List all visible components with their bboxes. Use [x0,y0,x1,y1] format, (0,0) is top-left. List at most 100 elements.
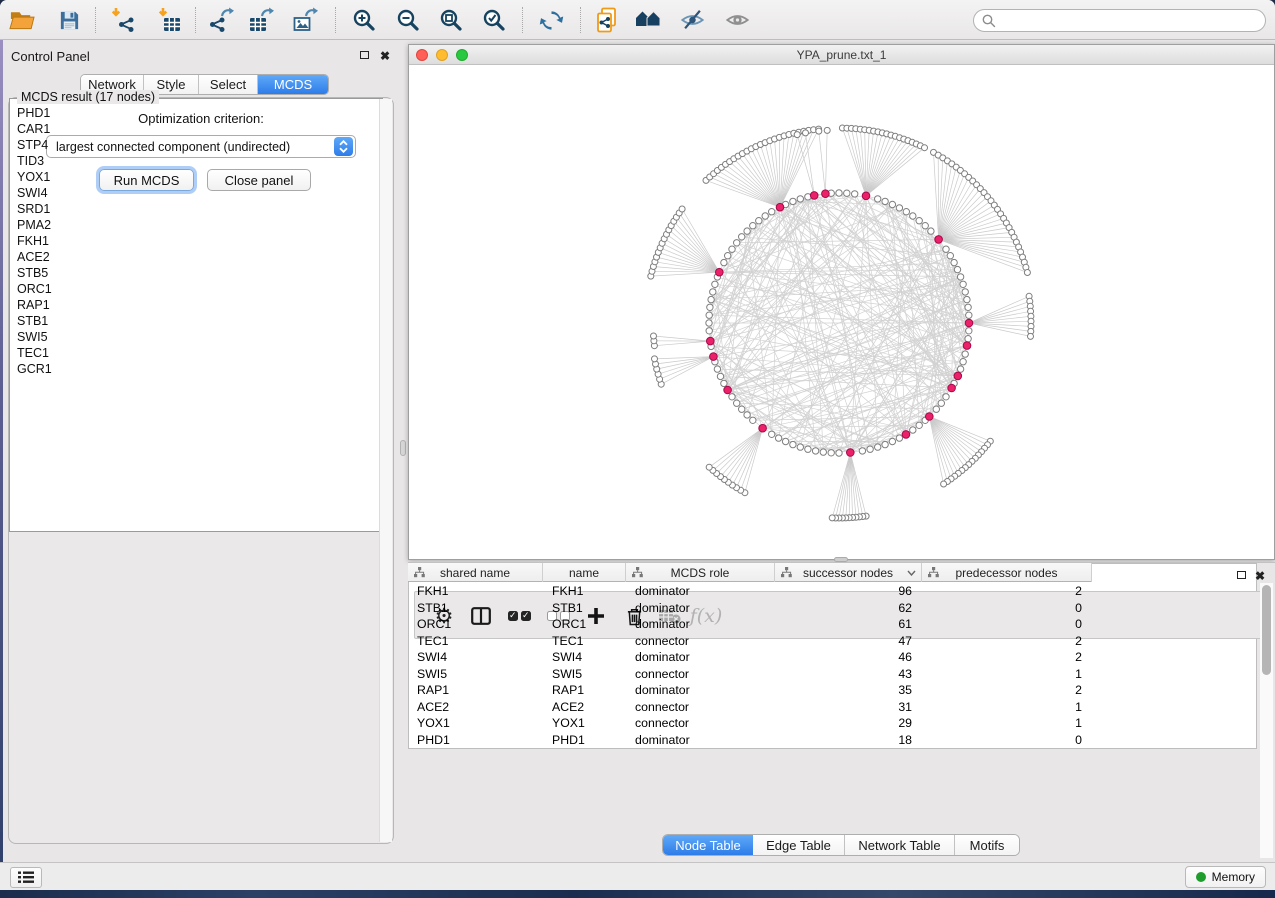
table-row[interactable]: ACE2ACE2connector311 [408,699,1092,716]
tab-motifs[interactable]: Motifs [955,835,1019,855]
main-toolbar [0,0,1275,40]
table-cell: STB1 [408,600,543,617]
mcds-result-item[interactable]: SWI5 [10,329,379,345]
float-table-panel-icon[interactable] [1237,571,1246,579]
table-cell: TEC1 [543,633,626,650]
column-header-shared-name[interactable]: shared name [408,563,543,582]
table-row[interactable]: PHD1PHD1dominator180 [408,732,1092,749]
table-cell: RAP1 [543,682,626,699]
import-table-icon[interactable] [156,7,182,33]
toolbar-separator [522,7,523,33]
tab-node-table[interactable]: Node Table [663,835,753,855]
table-row[interactable]: SWI5SWI5connector431 [408,666,1092,683]
table-cell: 0 [922,616,1092,633]
close-window-icon[interactable] [416,49,428,61]
column-header-name[interactable]: name [543,563,626,582]
vertical-splitter-handle[interactable] [400,440,406,456]
mcds-result-item[interactable]: STB5 [10,265,379,281]
table-cell: YOX1 [408,715,543,732]
mcds-result-item[interactable]: YOX1 [10,169,379,185]
show-all-icon[interactable] [724,7,750,33]
maximize-window-icon[interactable] [456,49,468,61]
table-cell: FKH1 [408,583,543,600]
mcds-result-item[interactable]: PHD1 [10,105,379,121]
hide-selected-icon[interactable] [679,7,705,33]
export-image-icon[interactable] [293,7,319,33]
refresh-layout-icon[interactable] [538,7,564,33]
table-row[interactable]: FKH1FKH1dominator962 [408,583,1092,600]
table-row[interactable]: TEC1TEC1connector472 [408,633,1092,650]
tab-mcds[interactable]: MCDS [258,75,328,94]
mcds-result-list[interactable]: PHD1CAR1STP4TID3YOX1SWI4SRD1PMA2FKH1ACE2… [10,105,379,842]
mcds-result-item[interactable]: TID3 [10,153,379,169]
table-panel-tabs: Node TableEdge TableNetwork TableMotifs [662,834,1020,856]
mcds-result-item[interactable]: RAP1 [10,297,379,313]
mcds-result-item[interactable]: ACE2 [10,249,379,265]
tab-select[interactable]: Select [199,75,258,94]
mcds-result-item[interactable]: PMA2 [10,217,379,233]
table-cell: 96 [775,583,922,600]
close-panel-icon[interactable]: ✖ [380,51,390,61]
table-cell: connector [626,715,775,732]
table-cell: SWI4 [543,649,626,666]
table-row[interactable]: RAP1RAP1dominator352 [408,682,1092,699]
column-header-MCDS-role[interactable]: MCDS role [626,563,775,582]
toolbar-separator [580,7,581,33]
table-cell: 2 [922,583,1092,600]
table-cell: 2 [922,649,1092,666]
result-scrollbar[interactable] [379,99,392,842]
memory-label: Memory [1212,870,1255,884]
table-cell: 46 [775,649,922,666]
import-network-icon[interactable] [109,7,135,33]
table-cell: 1 [922,699,1092,716]
table-cell: 2 [922,633,1092,650]
table-row[interactable]: YOX1YOX1connector291 [408,715,1092,732]
mcds-result-title: MCDS result (17 nodes) [17,90,159,104]
mcds-result-item[interactable]: FKH1 [10,233,379,249]
zoom-fit-icon[interactable] [438,7,464,33]
tab-network-table[interactable]: Network Table [845,835,955,855]
table-cell: PHD1 [543,732,626,749]
mcds-result-item[interactable]: STB1 [10,313,379,329]
zoom-in-icon[interactable] [351,7,377,33]
mcds-result-item[interactable]: GCR1 [10,361,379,377]
save-session-icon[interactable] [56,7,82,33]
table-row[interactable]: ORC1ORC1dominator610 [408,616,1092,633]
task-history-button[interactable] [10,867,42,888]
table-cell: ORC1 [543,616,626,633]
memory-button[interactable]: Memory [1185,866,1266,888]
column-header-predecessor-nodes[interactable]: predecessor nodes [922,563,1092,582]
zoom-selected-icon[interactable] [481,7,507,33]
mcds-result-item[interactable]: SWI4 [10,185,379,201]
table-cell: 1 [922,715,1092,732]
first-neighbors-icon[interactable] [635,7,661,33]
column-type-icon [928,567,939,578]
table-cell: dominator [626,732,775,749]
mcds-result-item[interactable]: CAR1 [10,121,379,137]
mcds-result-item[interactable]: TEC1 [10,345,379,361]
close-table-panel-icon[interactable]: ✖ [1255,571,1265,581]
mcds-tab-content: Optimization criterion: largest connecte… [8,97,394,844]
network-window-titlebar[interactable]: YPA_prune.txt_1 [409,45,1274,65]
mcds-result-item[interactable]: STP4 [10,137,379,153]
zoom-out-icon[interactable] [395,7,421,33]
clone-network-icon[interactable] [594,7,620,33]
float-panel-icon[interactable] [360,51,369,59]
mcds-result-item[interactable]: ORC1 [10,281,379,297]
toolbar-separator [195,7,196,33]
network-view-window: YPA_prune.txt_1 [408,44,1275,560]
export-network-icon[interactable] [209,7,235,33]
search-input[interactable] [996,14,1265,28]
column-header-successor-nodes[interactable]: successor nodes [775,563,922,582]
export-table-icon[interactable] [249,7,275,33]
table-row[interactable]: STB1STB1dominator620 [408,600,1092,617]
network-graph[interactable] [409,65,1274,559]
open-file-icon[interactable] [9,7,35,33]
minimize-window-icon[interactable] [436,49,448,61]
table-row[interactable]: SWI4SWI4dominator462 [408,649,1092,666]
table-cell: SWI4 [408,649,543,666]
tab-edge-table[interactable]: Edge Table [753,835,845,855]
table-panel: Table Panel ✖ ⚙ f(x) shared namenameMCDS… [408,562,1275,860]
mcds-result-item[interactable]: SRD1 [10,201,379,217]
table-cell: 0 [922,732,1092,749]
